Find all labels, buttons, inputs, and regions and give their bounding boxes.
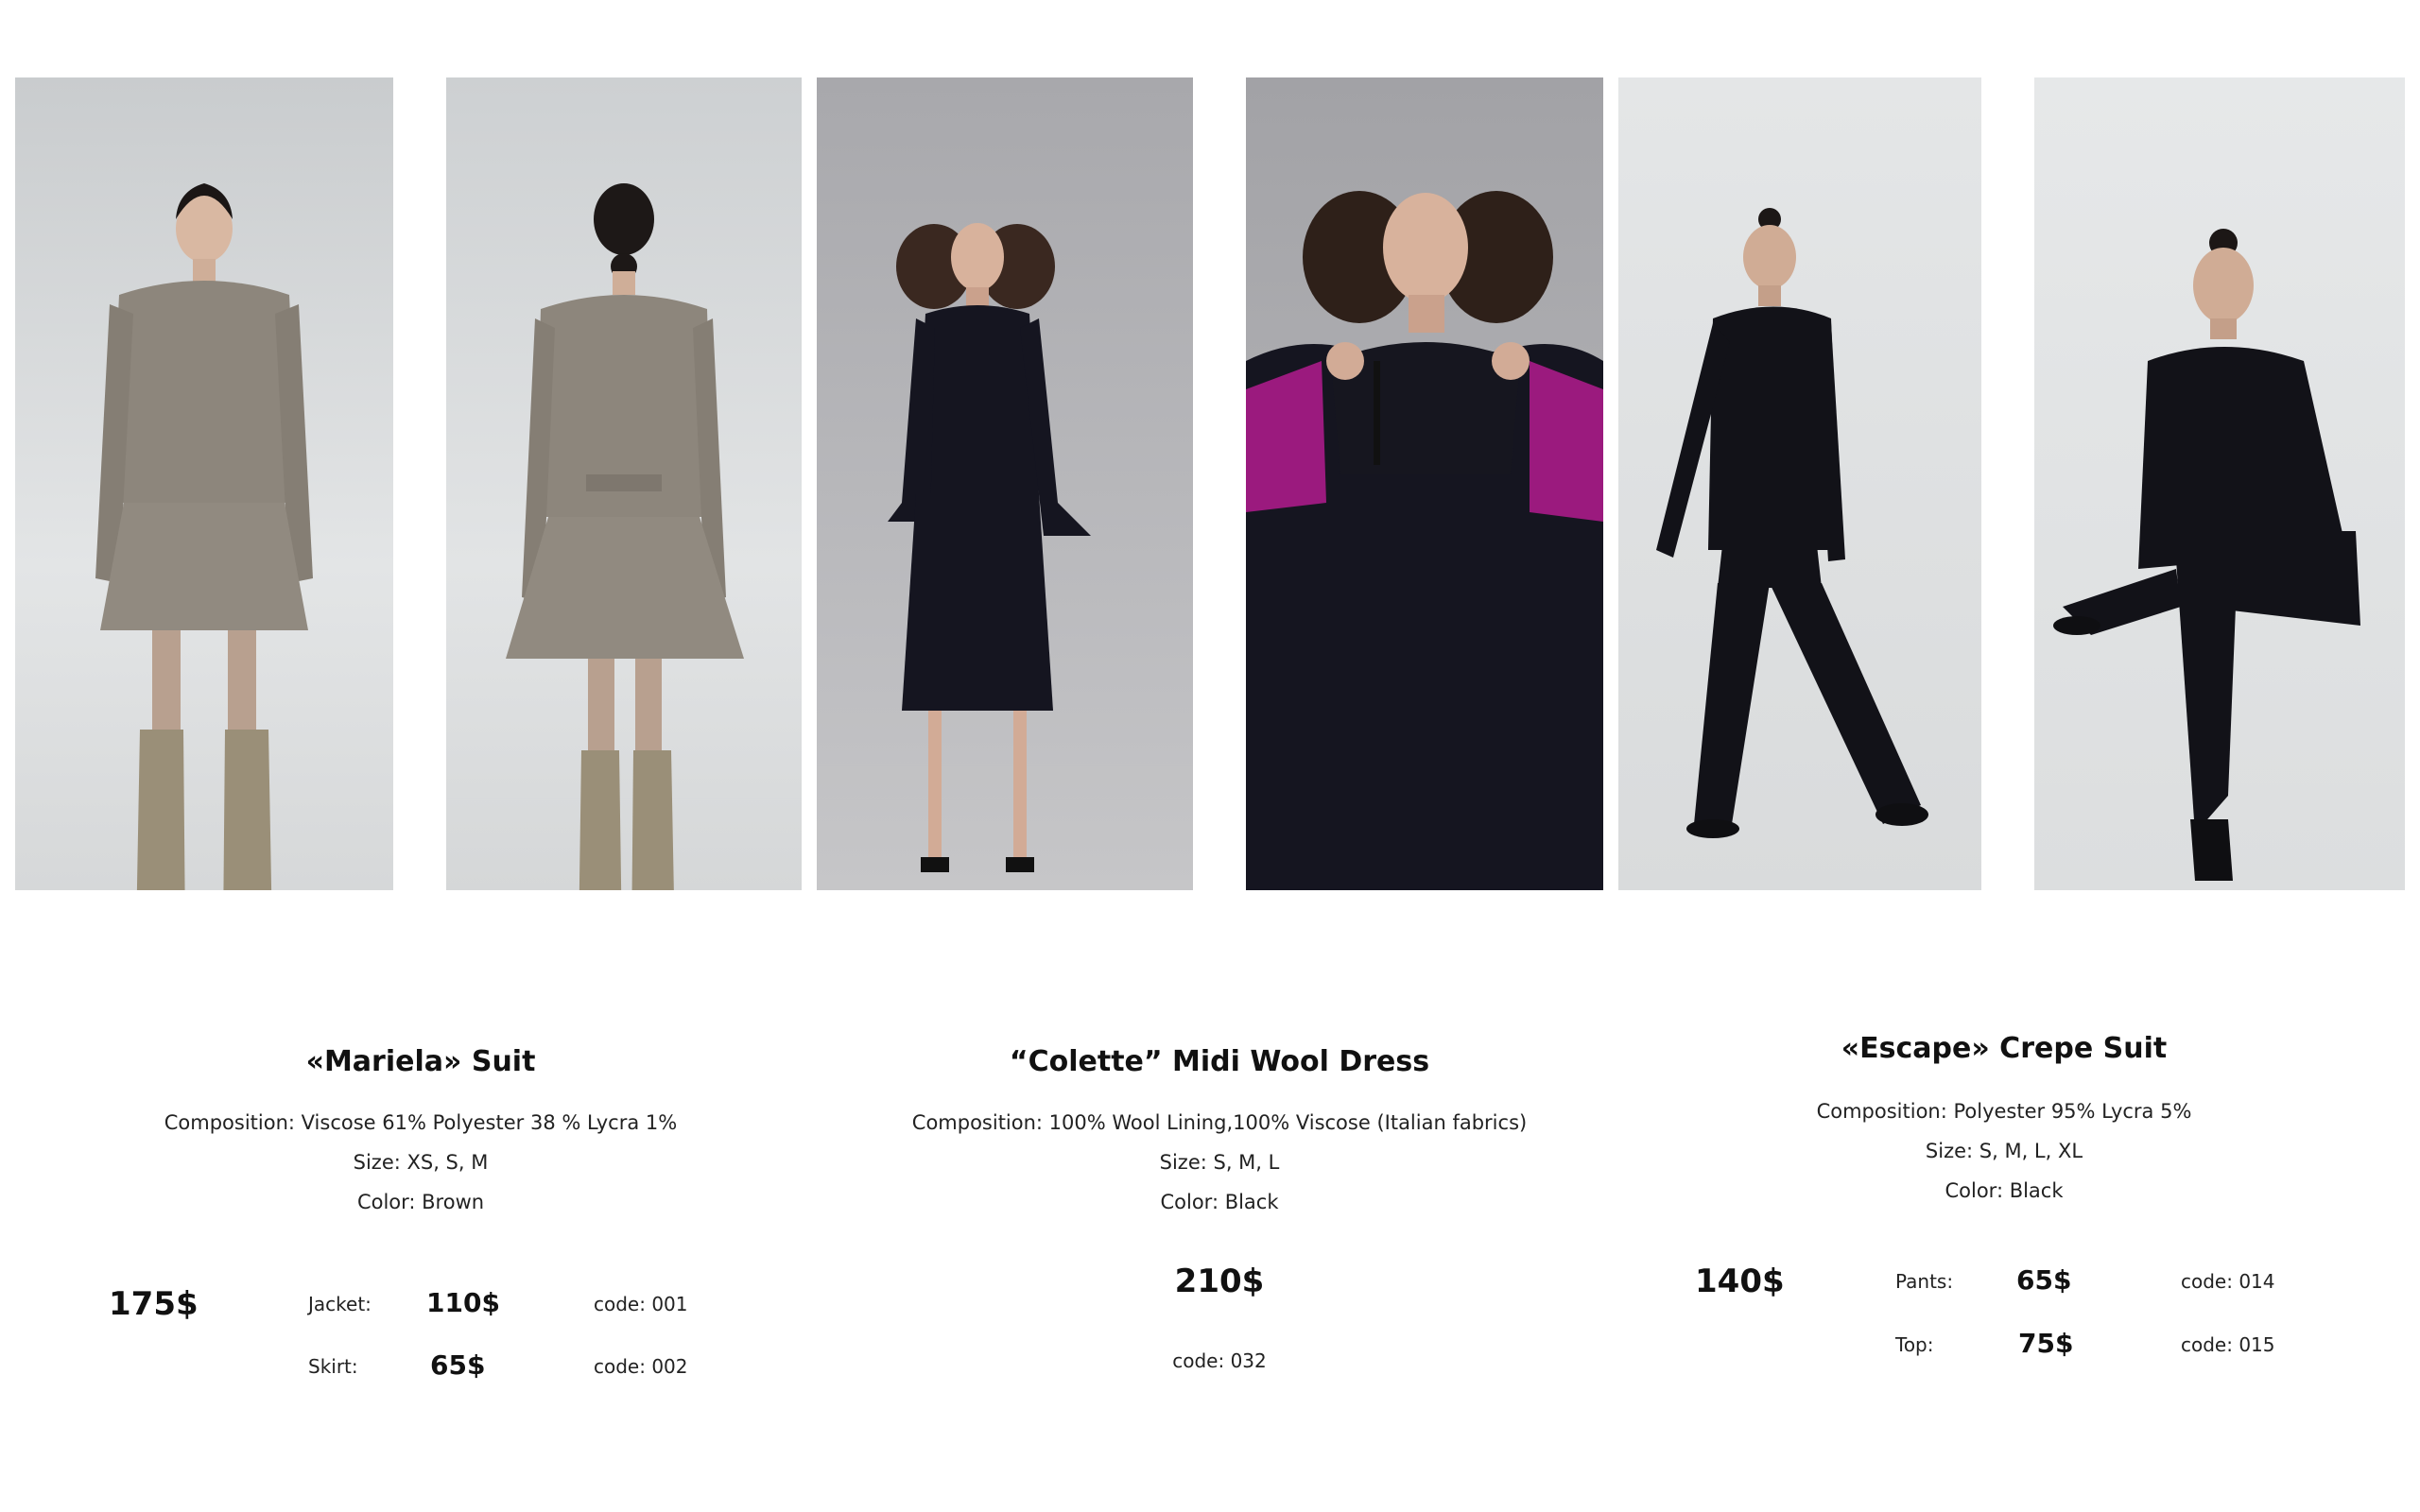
model-black-midi-dress-icon xyxy=(817,77,1193,890)
item-label-pants: Pants: xyxy=(1895,1270,1954,1293)
model-front-brown-suit-icon xyxy=(15,77,393,890)
item-label-jacket: Jacket: xyxy=(308,1293,372,1315)
photo-colette-closeup xyxy=(1246,77,1603,890)
model-seated-black-crepe-suit-icon xyxy=(2034,77,2405,890)
product-code: code: 032 xyxy=(1172,1349,1267,1372)
product-title: «Mariela» Suit xyxy=(305,1045,536,1078)
item-code-top: code: 015 xyxy=(2181,1333,2275,1356)
product-total-price: 175$ xyxy=(109,1285,199,1323)
product-composition: Composition: Polyester 95% Lycra 5% xyxy=(1816,1100,2192,1123)
product-size: Size: S, M, L, XL xyxy=(1925,1140,2083,1162)
model-back-brown-suit-icon xyxy=(446,77,802,890)
item-price-skirt: 65$ xyxy=(430,1349,486,1381)
product-color: Color: Black xyxy=(1945,1179,2064,1202)
item-code-pants: code: 014 xyxy=(2181,1270,2275,1293)
item-price-top: 75$ xyxy=(2018,1328,2074,1359)
item-price-pants: 65$ xyxy=(2016,1264,2072,1296)
model-closeup-black-dress-icon xyxy=(1246,77,1603,890)
item-label-skirt: Skirt: xyxy=(308,1355,358,1378)
photo-colette-full xyxy=(817,77,1193,890)
product-total-price: 140$ xyxy=(1695,1263,1785,1300)
product-color: Color: Brown xyxy=(356,1191,485,1213)
model-walking-black-crepe-suit-icon xyxy=(1618,77,1981,890)
product-title: “Colette” Midi Wool Dress xyxy=(1009,1045,1430,1078)
product-composition: Composition: 100% Wool Lining,100% Visco… xyxy=(911,1111,1528,1134)
photo-mariela-back xyxy=(446,77,802,890)
product-composition: Composition: Viscose 61% Polyester 38 % … xyxy=(164,1111,678,1134)
product-title: «Escape» Crepe Suit xyxy=(1841,1032,2168,1065)
item-label-top: Top: xyxy=(1895,1333,1934,1356)
product-size: Size: XS, S, M xyxy=(353,1151,489,1174)
item-code-skirt: code: 002 xyxy=(594,1355,688,1378)
product-color: Color: Black xyxy=(1160,1191,1279,1213)
photo-mariela-front xyxy=(15,77,393,890)
photo-escape-seated xyxy=(2034,77,2405,890)
photo-escape-walking xyxy=(1618,77,1981,890)
product-price: 210$ xyxy=(1174,1263,1265,1300)
product-size: Size: S, M, L xyxy=(1159,1151,1280,1174)
item-price-jacket: 110$ xyxy=(426,1287,500,1318)
item-code-jacket: code: 001 xyxy=(594,1293,688,1315)
